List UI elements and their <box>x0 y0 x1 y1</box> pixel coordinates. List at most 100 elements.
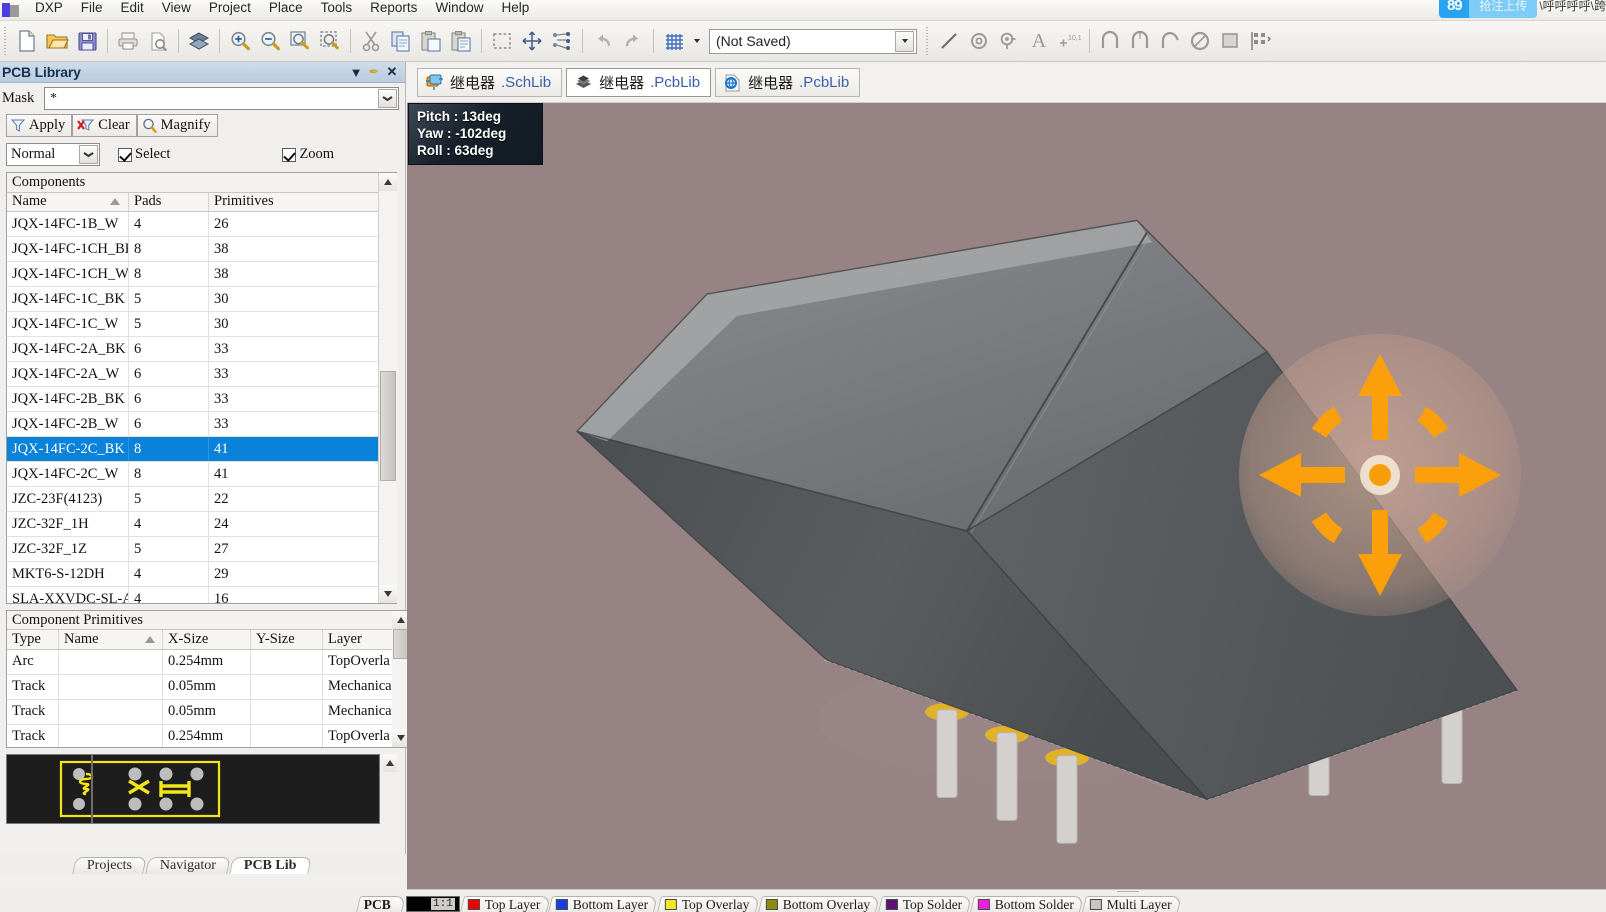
copy-icon[interactable] <box>386 26 416 56</box>
toolbar-grip-1[interactable] <box>3 27 9 55</box>
select-checkbox-box[interactable] <box>118 147 132 162</box>
table-row[interactable]: JZC-32F_1Z 5 27 <box>7 537 378 563</box>
menu-item-place[interactable]: Place <box>260 0 312 18</box>
clear-button[interactable]: Clear <box>72 114 137 137</box>
table-row[interactable]: JQX-14FC-1C_BK 5 30 <box>7 287 378 313</box>
zoom-selected-icon[interactable] <box>315 26 345 56</box>
mask-dropdown-arrow[interactable] <box>378 89 397 108</box>
layer-tab[interactable]: Bottom Overlay <box>757 896 880 912</box>
table-row[interactable]: SLA-XXVDC-SL-A 4 16 <box>7 587 378 603</box>
table-row[interactable]: JQX-14FC-2B_BK 6 33 <box>7 387 378 413</box>
line-icon[interactable] <box>934 26 964 56</box>
chevron-down-icon[interactable]: ▼ <box>347 65 365 80</box>
move-icon[interactable] <box>517 26 547 56</box>
select-mode-dropdown[interactable]: Normal <box>6 143 100 166</box>
text-icon[interactable]: A <box>1024 26 1054 56</box>
panel-tab-navigator[interactable]: Navigator <box>145 857 231 874</box>
save-icon[interactable] <box>72 26 102 56</box>
paste-special-icon[interactable] <box>446 26 476 56</box>
zoom-checkbox[interactable]: Zoom <box>282 146 334 163</box>
document-tab-pcblib[interactable]: 继电器 .PcbLib <box>566 67 712 97</box>
coordinate-icon[interactable]: 10,10 <box>1054 26 1084 56</box>
select-mode-dropdown-arrow[interactable] <box>79 145 98 164</box>
select-checkbox[interactable]: Select <box>118 146 170 163</box>
magnify-button[interactable]: Magnify <box>136 114 218 137</box>
pad-icon[interactable] <box>964 26 994 56</box>
zoom-out-icon[interactable] <box>255 26 285 56</box>
layer-tab[interactable]: Bottom Layer <box>548 896 659 912</box>
layer-tab[interactable]: Bottom Solder <box>970 896 1085 912</box>
layer-tab[interactable]: Top Overlay <box>656 896 760 912</box>
undo-icon[interactable] <box>588 26 618 56</box>
component-body-icon[interactable] <box>1245 26 1275 56</box>
grid-icon[interactable] <box>659 26 689 56</box>
table-row[interactable]: JQX-14FC-2C_W 8 41 <box>7 462 378 488</box>
column-header-prim-name[interactable]: Name <box>59 630 163 649</box>
table-row[interactable]: Arc 0.254mm TopOverla <box>7 649 392 675</box>
components-scroll-up-button[interactable] <box>378 173 397 191</box>
toolbar-grip-2[interactable] <box>925 27 931 55</box>
layer-tab[interactable]: Top Solder <box>877 896 973 912</box>
arc-edge-icon[interactable] <box>1125 26 1155 56</box>
preview-scroll-up-button[interactable] <box>383 754 397 772</box>
menu-item-file[interactable]: File <box>72 0 112 18</box>
pcb-3d-viewport[interactable]: Pitch : 13deg Yaw : -102deg Roll : 63deg <box>407 102 1606 889</box>
select-area-icon[interactable] <box>487 26 517 56</box>
menu-item-window[interactable]: Window <box>426 0 492 18</box>
table-row[interactable]: JZC-32F_1H 4 24 <box>7 512 378 538</box>
column-header-name[interactable]: Name <box>7 192 129 212</box>
table-row[interactable]: JQX-14FC-2C_BK 8 41 <box>7 437 378 463</box>
components-scrollbar[interactable] <box>378 173 397 603</box>
layer-tab[interactable]: Multi Layer <box>1082 896 1183 912</box>
close-icon[interactable]: ✕ <box>383 64 401 80</box>
arc-center-icon[interactable] <box>1095 26 1125 56</box>
column-header-primitives[interactable]: Primitives <box>209 193 378 212</box>
pin-icon[interactable]: ✒ <box>365 64 383 80</box>
fill-icon[interactable] <box>1215 26 1245 56</box>
table-row[interactable]: Track 0.05mm Mechanica <box>7 699 392 725</box>
table-row[interactable]: JQX-14FC-2A_W 6 33 <box>7 362 378 388</box>
pan-navigation-compass[interactable] <box>1239 334 1521 616</box>
table-row[interactable]: JZC-23F(4123) 5 22 <box>7 487 378 513</box>
table-row[interactable]: Track 0.254mm TopOverla <box>7 724 392 747</box>
mask-input[interactable]: * <box>44 87 399 110</box>
document-status-combo[interactable]: (Not Saved) <box>709 28 917 54</box>
apply-button[interactable]: Apply <box>6 114 73 137</box>
components-scroll-track[interactable] <box>378 191 397 585</box>
paste-icon[interactable] <box>416 26 446 56</box>
menu-item-help[interactable]: Help <box>492 0 538 18</box>
table-row[interactable]: JQX-14FC-1B_W 4 26 <box>7 212 378 238</box>
column-header-ysize[interactable]: Y-Size <box>251 630 323 649</box>
align-icon[interactable] <box>547 26 577 56</box>
column-header-layer[interactable]: Layer <box>323 630 392 648</box>
board-layers-icon[interactable] <box>184 26 214 56</box>
print-preview-icon[interactable] <box>143 26 173 56</box>
column-header-pads[interactable]: Pads <box>129 192 209 212</box>
components-scroll-down-button[interactable] <box>378 585 397 603</box>
menu-item-view[interactable]: View <box>153 0 200 18</box>
menu-item-project[interactable]: Project <box>200 0 260 18</box>
table-row[interactable]: Track 0.05mm Mechanica <box>7 674 392 700</box>
components-scroll-thumb[interactable] <box>379 371 396 481</box>
zoom-in-icon[interactable] <box>225 26 255 56</box>
new-document-icon[interactable] <box>12 26 42 56</box>
zoom-lcd-readout[interactable]: 1:1 <box>406 896 460 912</box>
zoom-area-icon[interactable] <box>285 26 315 56</box>
menu-item-edit[interactable]: Edit <box>112 0 153 18</box>
full-circle-icon[interactable] <box>1185 26 1215 56</box>
document-status-dropdown-arrow[interactable] <box>895 30 914 52</box>
arc-any-angle-icon[interactable] <box>1155 26 1185 56</box>
layer-tab[interactable]: Top Layer <box>459 896 551 912</box>
zoom-checkbox-box[interactable] <box>282 147 297 162</box>
table-row[interactable]: MKT6-S-12DH 4 29 <box>7 562 378 588</box>
table-row[interactable]: JQX-14FC-1CH_BK 8 38 <box>7 237 378 263</box>
grid-dropdown-button[interactable] <box>689 26 705 56</box>
document-tab-schlib[interactable]: 继电器 .SchLib <box>417 67 563 97</box>
panel-tab-projects[interactable]: Projects <box>72 857 147 874</box>
component-preview[interactable] <box>6 754 380 824</box>
redo-icon[interactable] <box>618 26 648 56</box>
via-icon[interactable] <box>994 26 1024 56</box>
table-row[interactable]: JQX-14FC-2B_W 6 33 <box>7 412 378 438</box>
layer-tab-pcb[interactable]: PCB <box>356 896 406 912</box>
column-header-type[interactable]: Type <box>7 630 59 649</box>
